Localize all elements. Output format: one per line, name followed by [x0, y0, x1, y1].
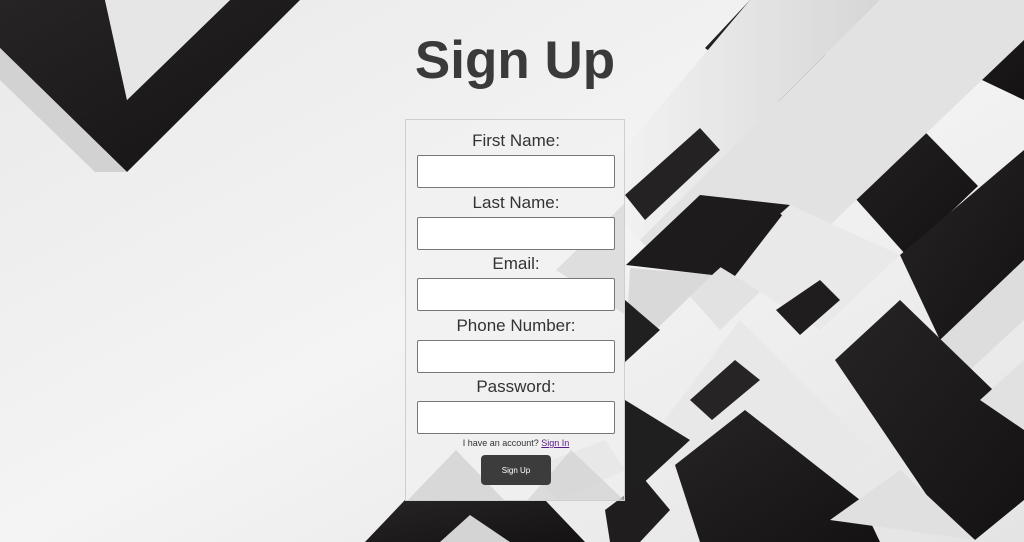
phone-number-label: Phone Number: — [456, 316, 576, 335]
email-input[interactable] — [417, 278, 615, 311]
sign-in-link[interactable]: Sign In — [541, 438, 569, 448]
email-label: Email: — [492, 254, 540, 273]
account-prompt-text: I have an account? — [462, 438, 539, 448]
last-name-label: Last Name: — [472, 193, 560, 212]
account-prompt: I have an account? Sign In — [406, 438, 624, 448]
first-name-label: First Name: — [472, 131, 560, 150]
first-name-input[interactable] — [417, 155, 615, 188]
sign-up-button[interactable]: Sign Up — [481, 455, 551, 485]
phone-number-input[interactable] — [417, 340, 615, 373]
page-title: Sign Up — [414, 31, 616, 90]
signup-form: First Name: Last Name: Email: Phone Numb… — [405, 119, 625, 501]
password-input[interactable] — [417, 401, 615, 434]
password-label: Password: — [476, 377, 556, 396]
last-name-input[interactable] — [417, 217, 615, 250]
